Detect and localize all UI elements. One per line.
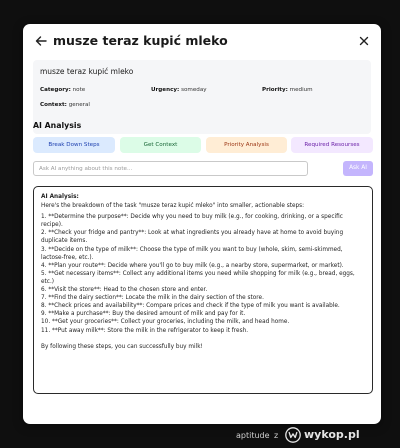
analysis-outro: By following these steps, you can succes… (41, 343, 203, 350)
task-info-card: musze teraz kupić mleko Category: note U… (33, 60, 371, 134)
analysis-step: 3. **Decide on the type of milk**: Choos… (41, 246, 343, 261)
analysis-step: 9. **Make a purchase**: Buy the desired … (41, 311, 246, 318)
analysis-step: 5. **Get necessary items**: Collect any … (41, 270, 355, 285)
context-value: general (68, 102, 90, 108)
ask-ai-button[interactable]: Ask AI (343, 161, 373, 176)
arrow-left-icon[interactable] (34, 34, 48, 48)
priority-label: Priority: (262, 87, 288, 93)
get-context-button[interactable]: Get Context (120, 137, 201, 153)
modal-header: musze teraz kupić mleko (23, 24, 381, 58)
analysis-step: 6. **Visit the store**: Head to the chos… (41, 287, 208, 294)
ai-analysis-heading: AI Analysis (33, 121, 82, 130)
task-name: musze teraz kupić mleko (40, 67, 134, 76)
analysis-step: 10. **Get your groceries**: Collect your… (41, 319, 290, 326)
analysis-step: 11. **Put away milk**: Store the milk in… (41, 327, 249, 334)
modal-title: musze teraz kupić mleko (53, 33, 228, 48)
watermark-separator: z (274, 431, 279, 440)
required-resources-button[interactable]: Required Resourses (291, 137, 373, 153)
break-down-steps-button[interactable]: Break Down Steps (33, 137, 115, 153)
watermark-site: wykop.pl (304, 428, 360, 441)
context-label: Context: (40, 102, 67, 108)
category-label: Category: (40, 87, 71, 93)
urgency-value: someday (181, 87, 207, 93)
ask-ai-input[interactable] (33, 161, 308, 176)
analysis-title: AI Analysis: (41, 194, 79, 200)
analysis-step: 2. **Check your fridge and pantry**: Loo… (41, 230, 344, 245)
priority-field: Priority: medium (262, 87, 313, 93)
analysis-step: 1. **Determine the purpose**: Decide why… (41, 214, 343, 229)
note-details-modal: musze teraz kupić mleko musze teraz kupi… (23, 24, 381, 424)
watermark-author: aptitude (236, 431, 270, 440)
analysis-step: 4. **Plan your route**: Decide where you… (41, 262, 344, 269)
ai-analysis-output: AI Analysis: Here's the breakdown of the… (33, 186, 373, 394)
urgency-field: Urgency: someday (151, 87, 207, 93)
urgency-label: Urgency: (151, 87, 180, 93)
context-field: Context: general (40, 102, 90, 108)
analysis-step: 7. **Find the dairy section**: Locate th… (41, 295, 264, 302)
priority-analysis-button[interactable]: Priority Analysis (206, 137, 287, 153)
close-icon[interactable] (358, 35, 370, 47)
category-value: note (72, 87, 86, 93)
wykop-logo-icon (285, 427, 301, 443)
priority-value: medium (289, 87, 313, 93)
analysis-step: 8. **Check prices and availability**: Co… (41, 303, 340, 310)
analysis-intro: Here's the breakdown of the task "musze … (41, 203, 305, 210)
category-field: Category: note (40, 87, 85, 93)
